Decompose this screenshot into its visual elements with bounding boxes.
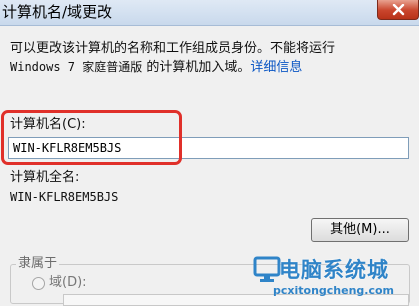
highlight-box bbox=[1, 110, 182, 165]
full-name-label: 计算机全名: bbox=[10, 170, 80, 185]
domain-radio-label[interactable]: 域(D): bbox=[49, 275, 87, 291]
more-button[interactable]: 其他(M)... bbox=[311, 218, 409, 242]
title-bar: 计算机名/域更改 bbox=[0, 0, 419, 26]
full-name-value: WIN-KFLR8EM5BJS bbox=[10, 190, 119, 204]
member-of-title: 隶属于 bbox=[16, 256, 60, 272]
details-link[interactable]: 详细信息 bbox=[250, 60, 302, 75]
close-icon bbox=[392, 4, 405, 16]
domain-input[interactable] bbox=[63, 294, 409, 306]
intro-text: 可以更改该计算机的名称和工作组成员身份。不能将运行 Windows 7 家庭普通… bbox=[10, 40, 410, 77]
intro-os-name: Windows 7 家庭普通版 bbox=[10, 60, 143, 74]
close-button[interactable] bbox=[377, 0, 419, 20]
window-title: 计算机名/域更改 bbox=[2, 3, 113, 21]
intro-line1: 可以更改该计算机的名称和工作组成员身份。不能将运行 bbox=[10, 41, 336, 56]
domain-radio[interactable] bbox=[32, 277, 45, 290]
intro-line2: 的计算机加入域。 bbox=[142, 60, 251, 75]
